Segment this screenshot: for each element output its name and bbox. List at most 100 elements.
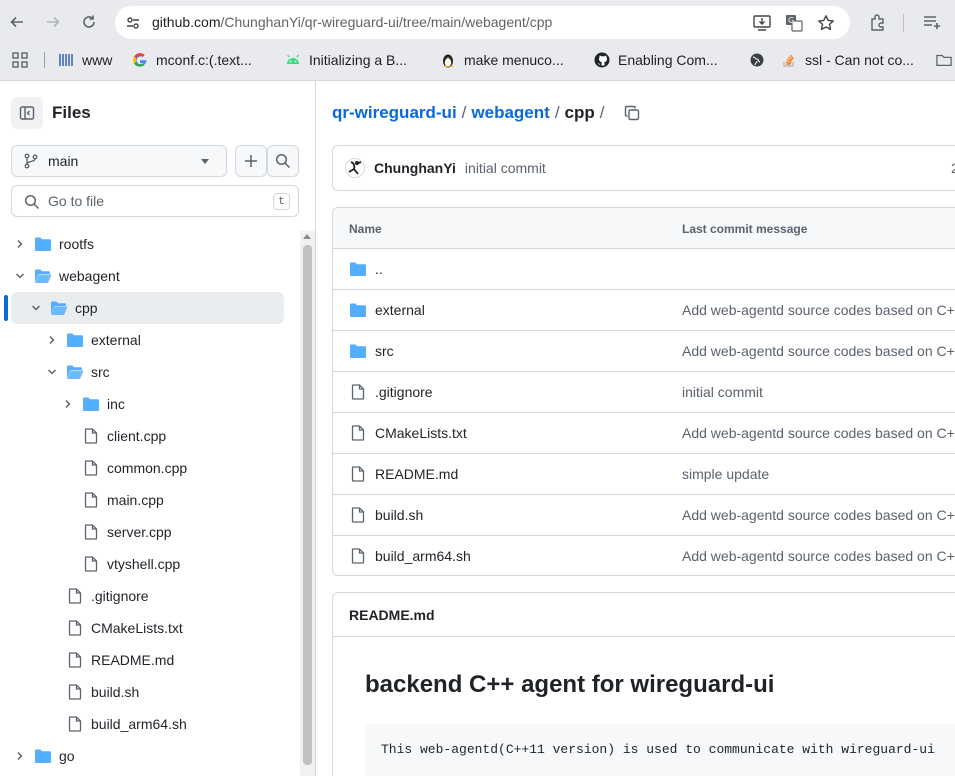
site-settings-icon[interactable] [124, 14, 142, 32]
tree-item-go[interactable]: go [0, 740, 300, 772]
bookmark-star-icon[interactable] [817, 14, 835, 32]
breadcrumb-repo-link[interactable]: qr-wireguard-ui [332, 103, 457, 123]
go-to-file-input[interactable]: Go to file t [11, 185, 299, 217]
folder-icon [34, 748, 52, 764]
tree-item-main-cpp[interactable]: main.cpp [0, 484, 300, 516]
scrollbar-thumb[interactable] [303, 245, 312, 765]
triangle-down-icon [200, 159, 210, 165]
url-host: github.com [152, 14, 221, 30]
tree-item-rootfs[interactable]: rootfs [0, 228, 300, 260]
apps-icon[interactable] [12, 50, 28, 70]
sidebar-scrollbar[interactable] [300, 231, 315, 776]
branch-name: main [48, 153, 79, 169]
table-row[interactable]: .. [333, 249, 955, 290]
tree-item-build-sh[interactable]: build.sh [0, 676, 300, 708]
commit-message-link[interactable]: initial commit [682, 384, 763, 400]
bookmark-folder[interactable] [936, 50, 955, 70]
file-name-link[interactable]: src [375, 343, 394, 359]
translate-icon[interactable]: G [785, 14, 803, 32]
install-app-icon[interactable] [753, 14, 771, 32]
tree-item-cmakelists-txt[interactable]: CMakeLists.txt [0, 612, 300, 644]
commit-message[interactable]: initial commit [465, 160, 546, 176]
file-name-link[interactable]: .gitignore [375, 384, 433, 400]
reading-list-icon[interactable] [920, 10, 944, 34]
chevron-down-icon[interactable] [28, 300, 44, 316]
file-table: Name Last commit message .. external Add w… [332, 207, 955, 576]
breadcrumb-current: cpp [564, 103, 595, 122]
back-icon[interactable] [5, 10, 29, 34]
tree-item-gitignore[interactable]: .gitignore [0, 580, 300, 612]
avatar[interactable] [345, 158, 365, 178]
tree-item-label: rootfs [59, 236, 95, 252]
collapse-sidebar-button[interactable] [11, 97, 43, 129]
branch-selector[interactable]: main [11, 145, 227, 177]
file-name-link[interactable]: external [375, 302, 425, 318]
commit-message-link[interactable]: Add web-agentd source codes based on C++ [682, 507, 955, 523]
commit-message-link[interactable]: simple update [682, 466, 769, 482]
extensions-icon[interactable] [866, 10, 890, 34]
chevron-down-icon[interactable] [44, 364, 60, 380]
main-content: qr-wireguard-ui / webagent / cpp / Chung… [316, 81, 955, 776]
bookmark-label: mconf.c:(.text... [156, 52, 252, 68]
bookmark-android[interactable]: Initializing a B... [285, 50, 407, 70]
chevron-right-icon[interactable] [12, 748, 28, 764]
folder-icon [66, 332, 84, 348]
tree-item-label: webagent [59, 268, 120, 284]
table-row[interactable]: external Add web-agentd source codes base… [333, 290, 955, 331]
table-row[interactable]: build.sh Add web-agentd source codes base… [333, 495, 955, 536]
table-row[interactable]: .gitignore initial commit [333, 372, 955, 413]
commit-message-link[interactable]: Add web-agentd source codes based on C++ [682, 425, 955, 441]
tree-item-client-cpp[interactable]: client.cpp [0, 420, 300, 452]
tree-item-build-arm64-sh[interactable]: build_arm64.sh [0, 708, 300, 740]
url-text[interactable]: github.com/ChunghanYi/qr-wireguard-ui/tr… [152, 14, 552, 30]
file-name-link[interactable]: build.sh [375, 507, 423, 523]
add-file-button[interactable] [235, 145, 267, 177]
copy-path-icon[interactable] [624, 105, 640, 121]
bookmark-tux[interactable]: make menuco... [440, 50, 564, 70]
chevron-down-icon[interactable] [12, 268, 28, 284]
commit-author[interactable]: ChunghanYi [374, 160, 456, 176]
address-bar[interactable]: github.com/ChunghanYi/qr-wireguard-ui/tr… [115, 6, 850, 39]
table-row[interactable]: README.md simple update [333, 454, 955, 495]
readme-filename[interactable]: README.md [349, 607, 435, 623]
commit-message-link[interactable]: Add web-agentd source codes based on C++ [682, 548, 955, 564]
chevron-right-icon[interactable] [44, 332, 60, 348]
bookmark-globe[interactable] [749, 50, 773, 70]
forward-icon[interactable] [41, 10, 65, 34]
keyboard-shortcut-hint: t [273, 193, 290, 210]
commit-hash[interactable]: 2 [951, 160, 955, 176]
tree-item-webagent[interactable]: webagent [0, 260, 300, 292]
tree-item-label: README.md [91, 652, 175, 668]
file-name-link[interactable]: .. [375, 261, 383, 277]
chevron-right-icon[interactable] [12, 236, 28, 252]
tree-item-external[interactable]: external [0, 324, 300, 356]
tree-item-src[interactable]: src [0, 356, 300, 388]
chevron-right-icon[interactable] [60, 396, 76, 412]
bookmark-sourceforge[interactable]: www [58, 50, 112, 70]
plus-icon [243, 153, 259, 169]
latest-commit-bar: ChunghanYi initial commit 2 [332, 145, 955, 191]
table-row[interactable]: src Add web-agentd source codes based on … [333, 331, 955, 372]
commit-message-link[interactable]: Add web-agentd source codes based on C++ [682, 302, 955, 318]
breadcrumb-dir-link[interactable]: webagent [471, 103, 549, 123]
file-name-link[interactable]: CMakeLists.txt [375, 425, 467, 441]
tree-item-cpp[interactable]: cpp [11, 292, 284, 324]
bookmark-google[interactable]: mconf.c:(.text... [132, 50, 252, 70]
tree-item-server-cpp[interactable]: server.cpp [0, 516, 300, 548]
table-row[interactable]: CMakeLists.txt Add web-agentd source code… [333, 413, 955, 454]
tree-item-common-cpp[interactable]: common.cpp [0, 452, 300, 484]
file-name-link[interactable]: build_arm64.sh [375, 548, 471, 564]
scroll-up-arrow-icon[interactable] [303, 234, 311, 239]
tree-item-label: external [91, 332, 141, 348]
table-row[interactable]: build_arm64.sh Add web-agentd source code… [333, 536, 955, 575]
bookmark-stackoverflow[interactable]: ssl - Can not co... [781, 50, 914, 70]
bookmark-github[interactable]: Enabling Com... [594, 50, 718, 70]
commit-message-link[interactable]: Add web-agentd source codes based on C++ [682, 343, 955, 359]
android-icon [285, 52, 301, 68]
file-name-link[interactable]: README.md [375, 466, 458, 482]
reload-icon[interactable] [77, 10, 101, 34]
search-code-button[interactable] [267, 145, 299, 177]
tree-item-inc[interactable]: inc [0, 388, 300, 420]
tree-item-vtyshell-cpp[interactable]: vtyshell.cpp [0, 548, 300, 580]
tree-item-readme-md[interactable]: README.md [0, 644, 300, 676]
